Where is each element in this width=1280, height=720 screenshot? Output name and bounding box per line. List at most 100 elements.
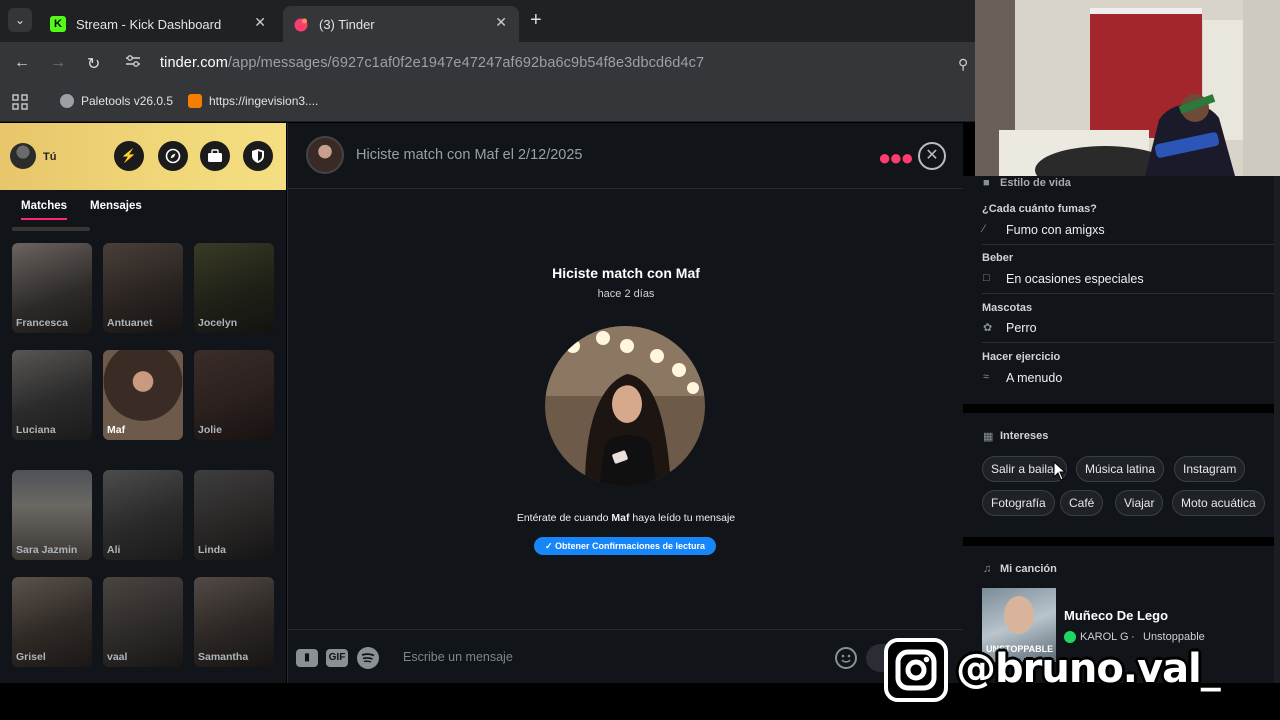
get-read-receipts-label: Obtener Confirmaciones de lectura [555, 541, 706, 551]
music-note-icon: ♫ [983, 563, 992, 575]
scroll-fade [12, 227, 90, 231]
interest-chip: Música latina [1076, 456, 1165, 482]
instagram-handle: @bruno.val_ [956, 646, 1221, 692]
close-chat-icon[interactable]: ✕ [918, 142, 946, 170]
match-card[interactable]: Francesca [12, 243, 92, 333]
mouse-cursor-icon [1053, 460, 1067, 486]
tinder-flame-icon [293, 16, 309, 32]
back-arrow-icon[interactable]: ← [14, 54, 30, 72]
close-tab-icon[interactable]: ✕ [254, 14, 266, 31]
lifestyle-icon: ■ [983, 177, 990, 189]
divider [982, 293, 1280, 294]
chat-header: Hiciste match con Maf el 2/12/2025 ●●● ✕ [288, 123, 964, 189]
more-options-icon[interactable]: ●●● [878, 145, 914, 171]
match-card[interactable]: Linda [194, 470, 274, 560]
interest-chip: Café [1060, 490, 1104, 516]
match-card[interactable]: Antuanet [103, 243, 183, 333]
match-name: Maf [107, 424, 126, 436]
match-name: Jolie [198, 424, 222, 436]
browser-tab-bar: ⌄ K Stream - Kick Dashboard ✕ (3) Tinder… [0, 0, 975, 42]
match-card[interactable]: vaal [103, 577, 183, 667]
profile-label[interactable]: Tú [43, 151, 56, 163]
tab-title: Stream - Kick Dashboard [76, 16, 222, 32]
interest-chip: Fotografía [982, 490, 1055, 516]
reload-icon[interactable]: ↻ [87, 54, 100, 74]
address-bar[interactable]: tinder.com/app/messages/6927c1af0f2e1947… [160, 55, 704, 71]
message-input[interactable]: Escribe un mensaje [403, 650, 513, 664]
spotify-icon[interactable] [357, 647, 379, 669]
boost-bolt-icon[interactable]: ⚡ [114, 141, 144, 171]
match-photo[interactable] [545, 326, 705, 486]
smoking-icon: ∕ [983, 223, 985, 235]
location-pin-icon[interactable]: ⚲ [958, 56, 968, 73]
bookmark-ingevision[interactable]: https://ingevision3.... [188, 94, 318, 108]
match-name: Jocelyn [198, 317, 238, 329]
dumbbell-icon: ≈ [983, 371, 990, 383]
explore-compass-icon[interactable] [158, 141, 188, 171]
emoji-icon[interactable] [835, 647, 857, 669]
sidebar-tabs: Matches Mensajes [0, 190, 286, 226]
tab-tinder[interactable]: (3) Tinder ✕ [283, 6, 519, 42]
wine-glass-icon: □ [983, 272, 990, 284]
divider [982, 342, 1280, 343]
interest-chip: Moto acuática [1172, 490, 1265, 516]
message-composer: ▮ GIF Escribe un mensaje [288, 629, 964, 683]
interests-title: Intereses [1000, 430, 1049, 442]
match-avatar[interactable] [306, 136, 344, 174]
briefcase-icon[interactable] [200, 141, 230, 171]
match-time: hace 2 días [597, 288, 655, 300]
bookmark-paletools[interactable]: Paletools v26.0.5 [60, 94, 173, 108]
match-name: Sara Jazmin [16, 544, 78, 556]
sticker-icon[interactable]: ▮ [296, 649, 318, 667]
globe-icon [60, 94, 74, 108]
profile-scrollbar[interactable] [1274, 176, 1280, 683]
blogger-icon [188, 94, 202, 108]
match-card[interactable]: Luciana [12, 350, 92, 440]
lifestyle-section: ■ Estilo de vida ¿Cada cuánto fumas? ∕ F… [963, 176, 1280, 404]
new-tab-plus-icon[interactable]: + [530, 9, 542, 32]
tab-matches[interactable]: Matches [21, 200, 68, 220]
match-card[interactable]: Ali [103, 470, 183, 560]
match-card[interactable]: Samantha [194, 577, 274, 667]
chat-panel: Hiciste match con Maf el 2/12/2025 ●●● ✕… [287, 123, 964, 683]
gif-button[interactable]: GIF [326, 649, 348, 667]
site-info-icon[interactable] [124, 53, 148, 73]
tab-kick-dashboard[interactable]: K Stream - Kick Dashboard ✕ [40, 6, 278, 42]
interests-section: ▦ Intereses Salir a bailar Música latina… [963, 413, 1280, 537]
get-read-receipts-button[interactable]: ✓ Obtener Confirmaciones de lectura [534, 537, 716, 555]
instagram-overlay: @bruno.val_ [884, 638, 1221, 702]
receipt-text-name: Maf [611, 512, 630, 524]
smoking-value: Fumo con amigxs [1006, 223, 1105, 237]
forward-arrow-icon[interactable]: → [50, 54, 66, 72]
tab-search-chevron-icon[interactable]: ⌄ [8, 8, 32, 32]
match-name: Francesca [16, 317, 68, 329]
match-card[interactable]: Jocelyn [194, 243, 274, 333]
smoking-label: ¿Cada cuánto fumas? [982, 203, 1097, 215]
tab-title: (3) Tinder [319, 16, 375, 32]
close-tab-icon[interactable]: ✕ [495, 14, 507, 31]
match-name: Luciana [16, 424, 56, 436]
matches-sidebar: Tú ⚡ Matches Mensajes Francesca Antuanet… [0, 123, 286, 683]
match-headline-name: Maf [675, 265, 700, 281]
match-name: Linda [198, 544, 226, 556]
url-path: /app/messages/6927c1af0f2e1947e47247af69… [227, 55, 705, 71]
match-name: Grisel [16, 651, 46, 663]
interest-chip: Instagram [1174, 456, 1246, 482]
receipt-text-prefix: Entérate de cuando [516, 512, 612, 524]
match-card[interactable]: Grisel [12, 577, 92, 667]
album-art-face [1004, 596, 1034, 634]
tab-messages[interactable]: Mensajes [90, 200, 142, 212]
match-card[interactable]: Jolie [194, 350, 274, 440]
match-name: vaal [107, 651, 128, 663]
apps-grid-icon[interactable] [12, 94, 28, 115]
match-card[interactable]: Sara Jazmin [12, 470, 92, 560]
shield-icon[interactable] [243, 141, 273, 171]
avatar[interactable] [10, 143, 36, 169]
pets-label: Mascotas [982, 302, 1033, 314]
divider [982, 244, 1280, 245]
match-card-selected[interactable]: Maf [103, 350, 183, 440]
lifestyle-title: Estilo de vida [1000, 177, 1071, 189]
url-host: tinder.com [160, 55, 228, 71]
match-name: Antuanet [107, 317, 153, 329]
match-headline-prefix: Hiciste match con [552, 265, 676, 281]
